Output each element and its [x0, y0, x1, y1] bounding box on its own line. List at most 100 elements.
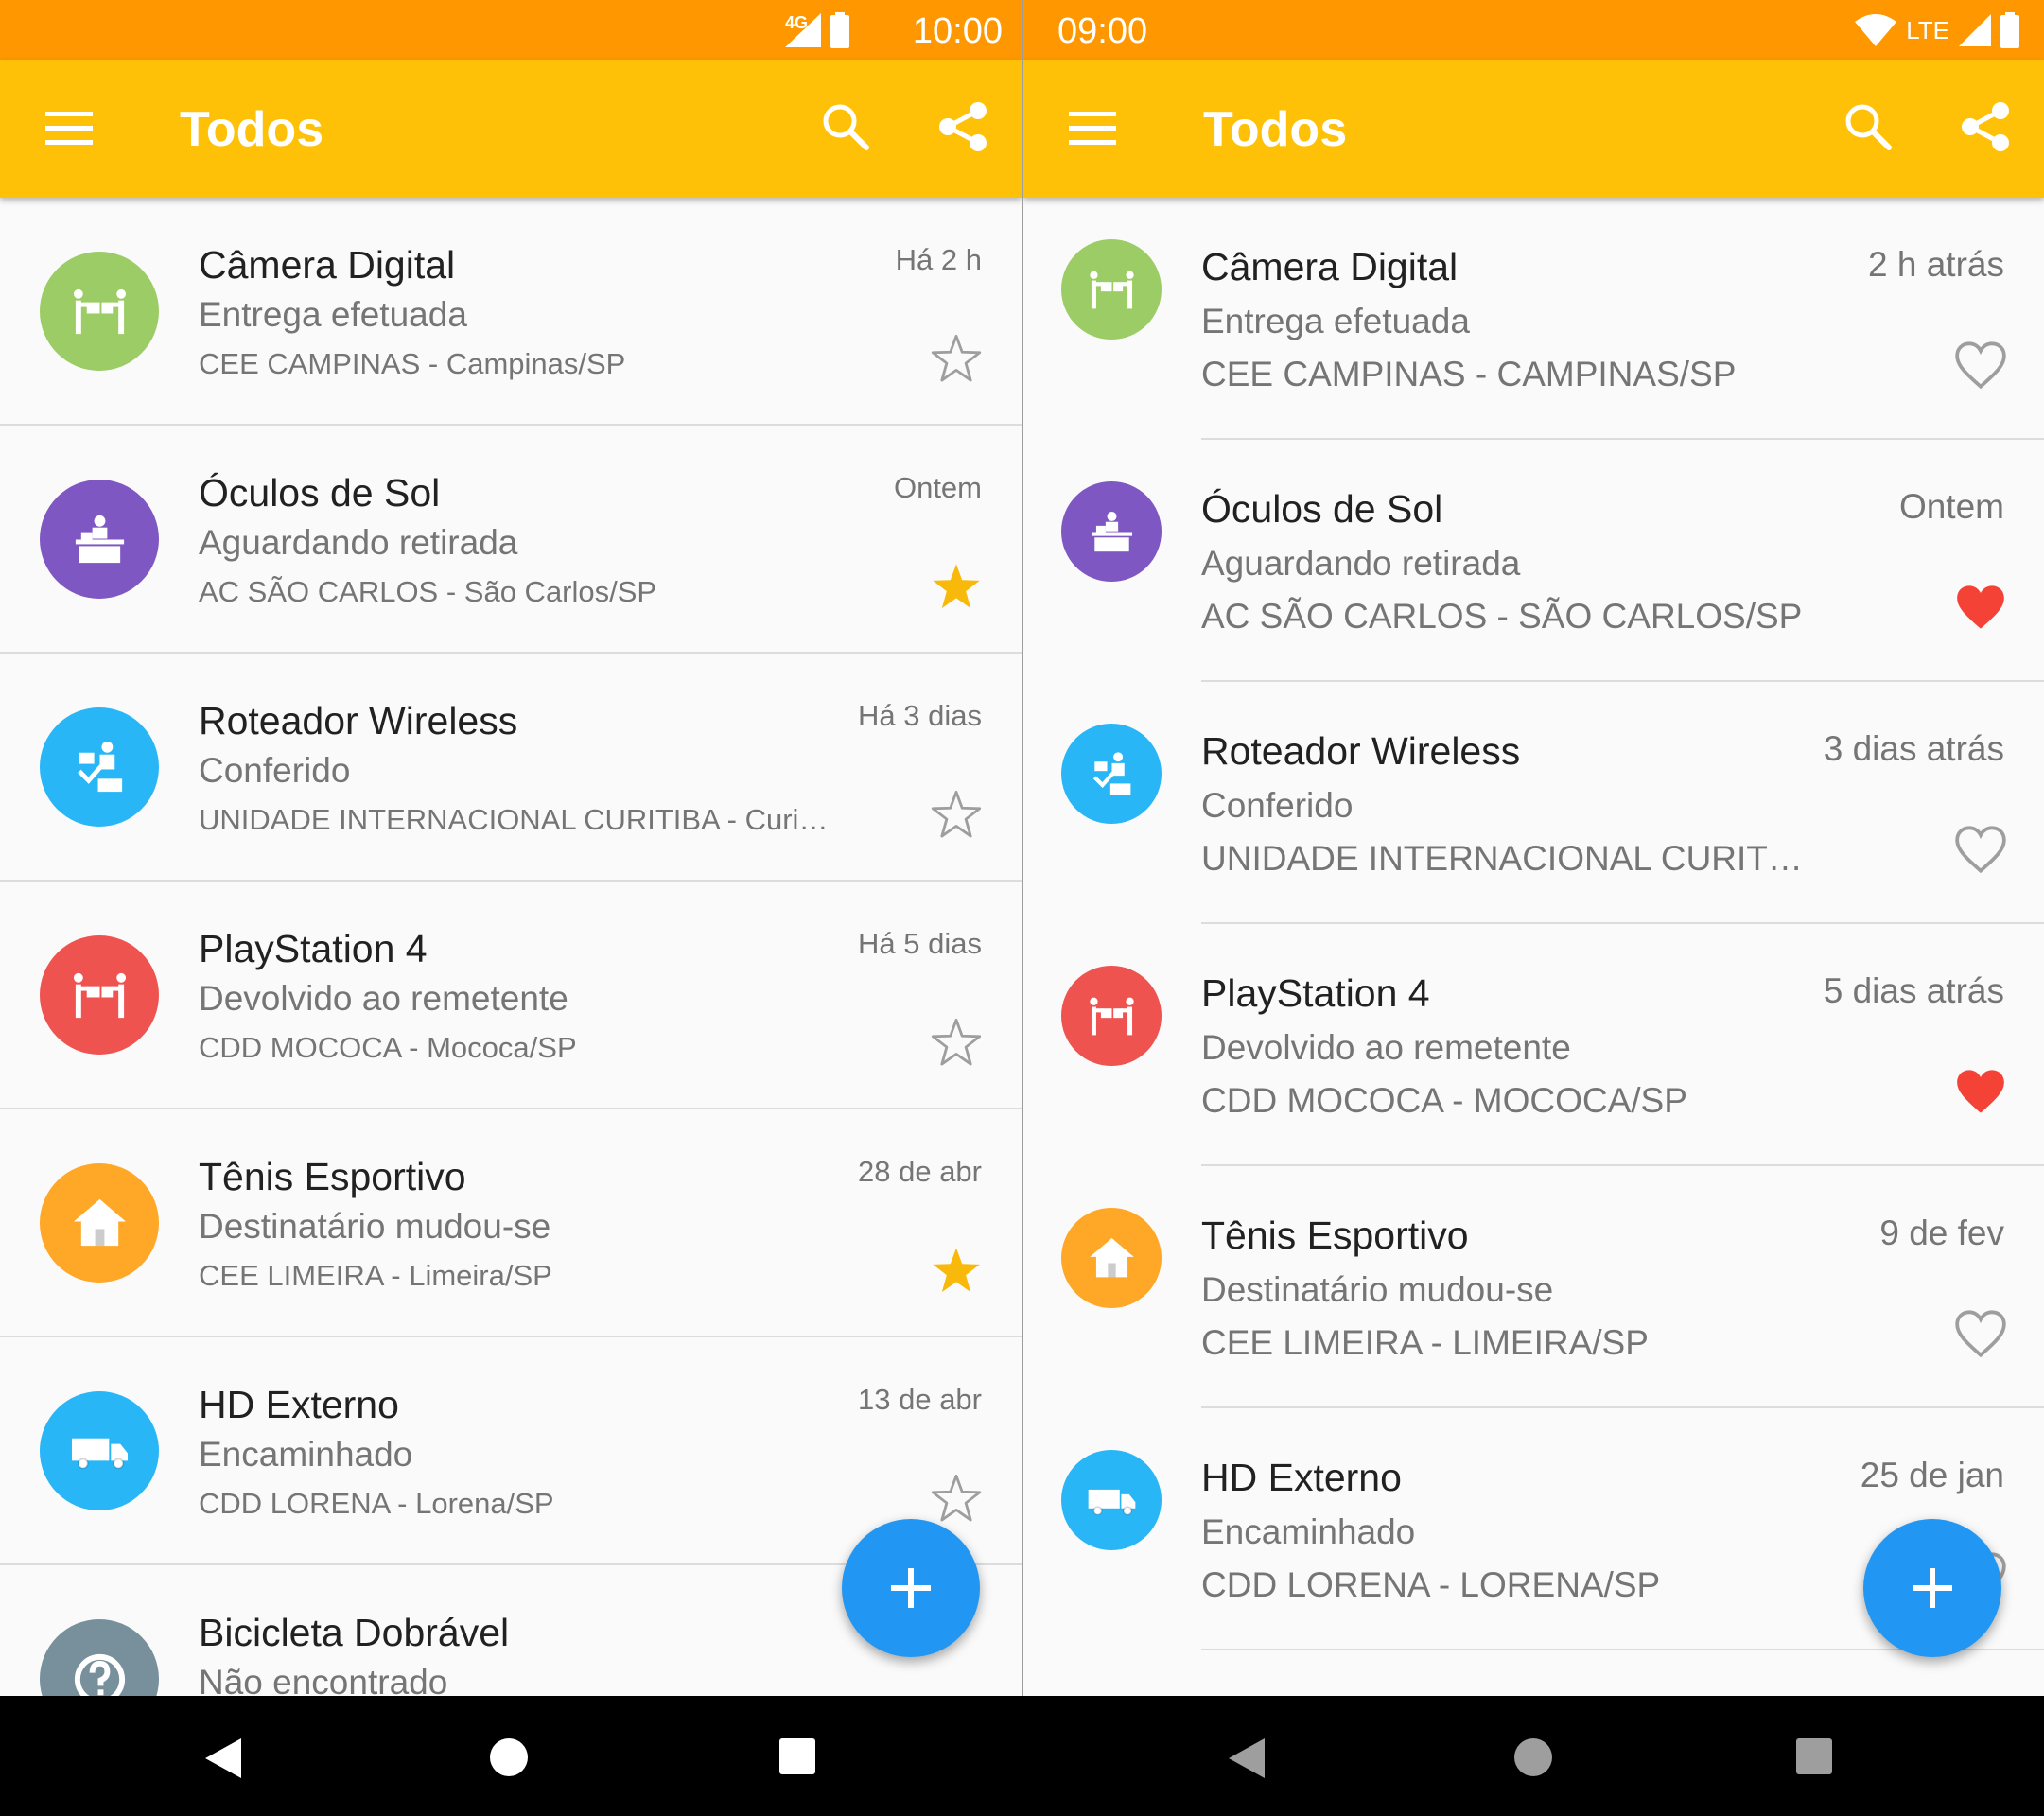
- item-location: CEE LIMEIRA - Limeira/SP: [199, 1259, 552, 1292]
- list-item[interactable]: Óculos de Sol Aguardando retirada AC SÃO C…: [1023, 440, 2044, 682]
- favorite-star-button[interactable]: [931, 561, 982, 617]
- hand-delivery-icon: [1089, 271, 1134, 308]
- favorite-heart-button[interactable]: [1955, 826, 2006, 878]
- list-item[interactable]: PlayStation 4 Devolvido ao remetente CDD M…: [0, 882, 1022, 1109]
- item-location: AC SÃO CARLOS - SÃO CARLOS/SP: [1201, 597, 1803, 636]
- screen-right: 09:00 LTE Todos Câmera Digital Entrega ef…: [1023, 0, 2044, 1816]
- item-title: Roteador Wireless: [1201, 729, 1521, 773]
- recents-button[interactable]: [779, 1738, 815, 1774]
- favorite-star-button[interactable]: [931, 1017, 982, 1073]
- home-button[interactable]: [490, 1738, 528, 1776]
- favorite-heart-button[interactable]: [1955, 341, 2006, 393]
- plus-icon: [1913, 1568, 1952, 1608]
- package-list: Câmera Digital Entrega efetuada CEE CAMPIN…: [1023, 198, 2044, 1696]
- battery-icon: [2000, 12, 2019, 48]
- item-location: CDD MOCOCA - Mococa/SP: [199, 1031, 577, 1064]
- item-title: PlayStation 4: [199, 927, 428, 970]
- item-title: Tênis Esportivo: [199, 1155, 466, 1198]
- status-avatar: [40, 707, 159, 827]
- item-title: Câmera Digital: [199, 243, 456, 287]
- list-item[interactable]: Óculos de Sol Aguardando retirada AC SÃO C…: [0, 426, 1022, 654]
- item-status: Conferido: [1201, 786, 1354, 825]
- returned-icon: [73, 972, 126, 1018]
- pickup-counter-icon: [75, 515, 124, 563]
- share-icon[interactable]: [936, 100, 989, 153]
- item-time: Ontem: [1898, 487, 2004, 526]
- star-icon: [931, 1018, 982, 1066]
- item-location: CDD MOCOCA - MOCOCA/SP: [1201, 1081, 1687, 1120]
- item-time: 2 h atrás: [1868, 245, 2004, 284]
- status-avatar: [1061, 966, 1162, 1066]
- back-icon[interactable]: [205, 1738, 241, 1778]
- list-item[interactable]: Tênis Esportivo Destinatário mudou-se CEE …: [0, 1109, 1022, 1337]
- app-bar-title: Todos: [180, 102, 324, 157]
- cellular-signal-icon: [785, 13, 821, 47]
- item-time: 25 de jan: [1860, 1456, 2004, 1494]
- favorite-star-button[interactable]: [931, 1245, 982, 1301]
- status-bar: 4G 10:00: [0, 0, 1022, 60]
- favorite-star-button[interactable]: [931, 1473, 982, 1528]
- list-item[interactable]: Roteador Wireless Conferido UNIDADE INTERN…: [0, 654, 1022, 882]
- item-title: HD Externo: [1201, 1456, 1402, 1499]
- truck-icon: [71, 1438, 128, 1469]
- add-package-button[interactable]: [1863, 1519, 2001, 1657]
- status-time: 10:00: [912, 11, 1003, 51]
- status-avatar: [40, 935, 159, 1055]
- recents-button[interactable]: [1796, 1738, 1832, 1774]
- favorite-heart-button[interactable]: [1955, 584, 2006, 636]
- status-avatar: [1061, 481, 1162, 582]
- list-item[interactable]: HD Externo Encaminhado CDD LORENA - Lorena…: [0, 1337, 1022, 1565]
- screen-left: 4G 10:00 Todos Câmera Digital Entrega efe…: [0, 0, 1022, 1816]
- favorite-heart-button[interactable]: [1955, 1068, 2006, 1120]
- list-item[interactable]: Tênis Esportivo Destinatário mudou-se CEE …: [1023, 1166, 2044, 1408]
- item-location: CEE LIMEIRA - LIMEIRA/SP: [1201, 1323, 1649, 1362]
- item-location: CDD LORENA - Lorena/SP: [199, 1487, 554, 1520]
- item-title: PlayStation 4: [1201, 971, 1430, 1015]
- returned-icon: [1089, 997, 1134, 1035]
- search-icon[interactable]: [821, 102, 870, 151]
- status-avatar: [1061, 239, 1162, 340]
- item-status: Aguardando retirada: [199, 523, 518, 562]
- item-status: Devolvido ao remetente: [199, 979, 568, 1018]
- menu-icon[interactable]: [1069, 110, 1116, 146]
- search-icon[interactable]: [1843, 102, 1893, 151]
- status-avatar: [1061, 724, 1162, 824]
- status-avatar: [40, 480, 159, 599]
- favorite-star-button[interactable]: [931, 333, 982, 389]
- question-icon: [74, 1653, 125, 1696]
- navigation-bar: [0, 1696, 1022, 1816]
- item-title: Óculos de Sol: [1201, 487, 1443, 531]
- heart-icon: [1957, 1070, 2004, 1113]
- star-icon: [931, 334, 982, 382]
- back-icon[interactable]: [1229, 1738, 1265, 1778]
- navigation-bar: [1023, 1696, 2044, 1816]
- favorite-star-button[interactable]: [931, 789, 982, 845]
- list-item[interactable]: Câmera Digital Entrega efetuada CEE CAMPIN…: [1023, 198, 2044, 440]
- item-status: Devolvido ao remetente: [1201, 1028, 1571, 1067]
- item-time: Há 2 h: [895, 243, 982, 276]
- item-title: HD Externo: [199, 1383, 399, 1426]
- item-title: Câmera Digital: [1201, 245, 1459, 288]
- package-list: Câmera Digital Entrega efetuada CEE CAMPIN…: [0, 198, 1022, 1696]
- share-icon[interactable]: [1959, 100, 2012, 153]
- list-item[interactable]: PlayStation 4 Devolvido ao remetente CDD M…: [1023, 924, 2044, 1166]
- home-button[interactable]: [1514, 1738, 1552, 1776]
- inspection-icon: [77, 741, 122, 792]
- item-status: Não encontrado: [199, 1663, 448, 1696]
- item-location: CDD LORENA - LORENA/SP: [1201, 1565, 1661, 1604]
- battery-icon: [830, 12, 849, 48]
- list-item[interactable]: Câmera Digital Entrega efetuada CEE CAMPIN…: [0, 198, 1022, 426]
- menu-icon[interactable]: [45, 110, 93, 146]
- favorite-heart-button[interactable]: [1955, 1310, 2006, 1362]
- item-title: Roteador Wireless: [199, 699, 518, 742]
- item-status: Destinatário mudou-se: [1201, 1270, 1554, 1309]
- item-location: CEE CAMPINAS - CAMPINAS/SP: [1201, 355, 1737, 393]
- item-time: Há 3 dias: [858, 699, 982, 732]
- inspection-icon: [1092, 751, 1130, 794]
- wifi-icon: [1855, 14, 1897, 46]
- add-package-button[interactable]: [842, 1519, 980, 1657]
- item-location: CEE CAMPINAS - Campinas/SP: [199, 347, 626, 380]
- item-time: Ontem: [893, 471, 982, 504]
- list-item[interactable]: Roteador Wireless Conferido UNIDADE INTERN…: [1023, 682, 2044, 924]
- item-status: Encaminhado: [1201, 1512, 1416, 1551]
